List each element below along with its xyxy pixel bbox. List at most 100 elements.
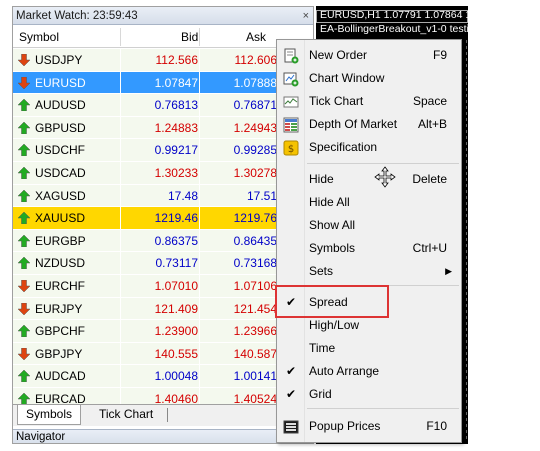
ask-price: 121.454 [233,301,277,316]
symbol-row[interactable]: EURCHF 1.07010 1.07106 [13,275,283,298]
cell-divider [199,49,200,71]
ask-price: 112.606 [234,53,278,67]
menu-item-label: Chart Window [309,71,385,85]
menu-item-hide-all[interactable]: Hide All [277,191,461,214]
column-ask[interactable]: Ask [246,26,266,48]
cell-divider [199,365,200,388]
cell-divider [120,162,121,184]
symbol-row[interactable]: EURJPY 121.409 121.454 [13,297,283,321]
close-icon[interactable]: × [303,7,309,25]
menu-item-shortcut: F10 [426,419,447,433]
menu-item-hide[interactable]: Hide Delete [277,168,461,191]
bid-price: 121.409 [154,301,198,316]
ask-price: 1.23966 [233,324,277,339]
arrow-down-icon [18,280,30,292]
checkmark-icon: ✔ [286,387,297,401]
menu-item-label: Auto Arrange [309,364,380,378]
symbol-row[interactable]: USDCHF 0.99217 0.99285 [13,139,283,162]
menu-item-chart-window[interactable]: Chart Window [277,67,461,90]
symbol-name: XAGUSD [35,188,86,203]
cell-divider [120,49,121,71]
menu-item-shortcut: Space [412,94,447,108]
chart-title-area: EURUSD,H1 1.07791 1.07864 1.0 EA-Bolling… [316,6,481,39]
menu-item-label: Hide [309,172,334,186]
symbol-row[interactable]: XAUUSD 1219.46 1219.76 [13,207,283,230]
column-bid[interactable]: Bid [181,26,198,48]
symbol-row[interactable]: EURUSD 1.07847 1.07888 [13,71,283,95]
tab-symbols[interactable]: Symbols [17,405,82,425]
market-watch-tabs: Symbols Tick Chart [13,404,313,426]
symbol-name: XAUUSD [35,211,86,226]
menu-item-show-all[interactable]: Show All [277,214,461,237]
cell-divider [120,275,121,297]
column-divider[interactable] [120,28,121,46]
cell-divider [199,342,200,365]
ask-price: 17.51 [246,188,277,203]
cell-divider [120,71,121,94]
arrow-up-icon [18,99,30,112]
symbol-row[interactable]: EURGBP 0.86375 0.86435 [13,229,283,253]
chart-expert-label: EA-BollingerBreakout_v1-0 testing [320,23,481,35]
bid-price: 140.555 [154,346,198,361]
cell-divider [120,252,121,275]
ask-price: 1.24943 [233,120,277,135]
symbol-name: GBPJPY [35,346,83,361]
cell-divider [199,229,200,252]
ask-price: 1.30278 [233,166,277,180]
symbol-row[interactable]: GBPJPY 140.555 140.587 [13,342,283,366]
column-symbol[interactable]: Symbol [19,26,59,48]
symbol-name: GBPCHF [35,324,86,339]
spread-highlight-box [275,285,389,318]
bid-price: 0.86375 [154,233,198,248]
menu-item-symbols[interactable]: Symbols Ctrl+U [277,237,461,260]
symbol-row[interactable]: AUDUSD 0.76813 0.76871 [13,94,283,117]
new-order-icon [284,48,299,64]
symbol-row[interactable]: AUDCAD 1.00048 1.00141 [13,365,283,388]
cell-divider [120,116,121,139]
submenu-arrow-icon: ▶ [445,266,452,276]
tab-tick-chart[interactable]: Tick Chart [91,405,161,425]
symbol-name: AUDCAD [35,369,86,384]
symbol-name: NZDUSD [35,256,85,271]
menu-item-time[interactable]: Time [277,337,461,360]
bid-price: 1.30233 [154,166,198,180]
menu-item-label: Hide All [309,195,350,209]
chart-window-icon [283,72,299,87]
symbol-row[interactable]: GBPUSD 1.24883 1.24943 [13,116,283,140]
column-divider[interactable] [199,28,200,46]
symbol-row[interactable]: NZDUSD 0.73117 0.73168 [13,252,283,275]
arrow-up-icon [18,257,30,270]
cell-divider [199,94,200,117]
market-watch-title-bar[interactable]: Market Watch: 23:59:43 × [13,7,313,25]
menu-item-tick-chart[interactable]: Tick Chart Space [277,90,461,113]
navigator-title-bar[interactable]: Navigator [13,429,313,443]
menu-item-specification[interactable]: $ Specification [277,136,461,159]
symbol-row[interactable]: XAGUSD 17.48 17.51 [13,184,283,208]
menu-item-depth-of-market[interactable]: Depth Of Market Alt+B [277,113,461,136]
bid-price: 0.76813 [154,98,198,113]
symbol-row[interactable]: GBPCHF 1.23900 1.23966 [13,320,283,343]
symbol-row[interactable]: USDJPY 112.566 112.606 [13,49,283,72]
bid-price: 1.00048 [154,369,198,384]
chart-grid-line [466,40,467,440]
bid-price: 112.566 [155,53,199,67]
menu-item-auto-arrange[interactable]: ✔ Auto Arrange [277,360,461,383]
checkmark-icon: ✔ [286,364,297,378]
menu-item-grid[interactable]: ✔ Grid [277,383,461,406]
symbol-name: AUDUSD [35,98,86,113]
menu-item-sets[interactable]: Sets ▶ [277,260,461,283]
symbol-name: USDJPY [35,53,83,67]
menu-item-popup-prices[interactable]: Popup Prices F10 [277,415,461,438]
ask-price: 1.00141 [233,369,277,384]
symbol-name: EURCHF [35,279,85,293]
cell-divider [120,184,121,207]
column-header: Symbol Bid Ask [13,26,313,48]
symbol-row[interactable]: USDCAD 1.30233 1.30278 [13,162,283,185]
symbol-name: USDCHF [35,143,85,158]
menu-item-new-order[interactable]: New Order F9 [277,44,461,67]
cell-divider [199,71,200,94]
menu-item-label: Symbols [309,241,356,255]
ask-price: 1.07106 [233,279,277,293]
menu-item-shortcut: F9 [432,48,447,62]
menu-item-label: Tick Chart [309,94,364,108]
